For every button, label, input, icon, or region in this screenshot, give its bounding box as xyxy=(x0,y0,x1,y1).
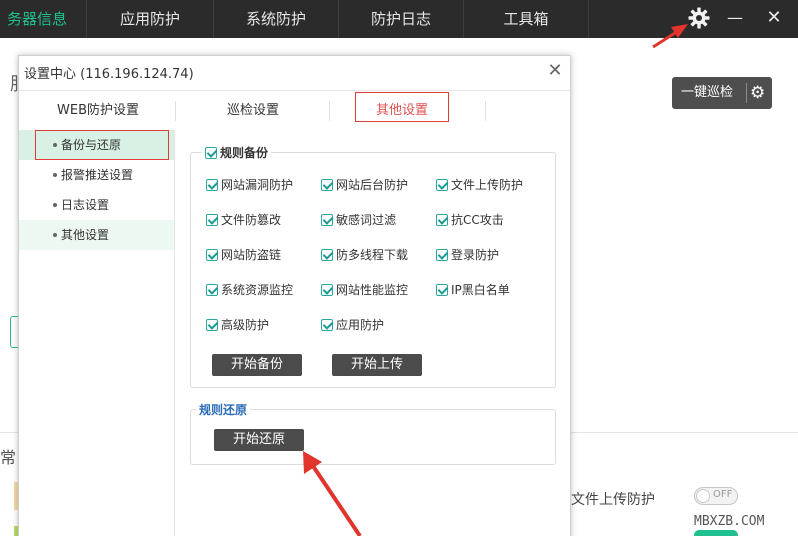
arrow-to-settings-icon xyxy=(652,24,688,49)
annotation-arrows xyxy=(303,24,688,536)
arrow-to-restore-button xyxy=(303,451,362,536)
